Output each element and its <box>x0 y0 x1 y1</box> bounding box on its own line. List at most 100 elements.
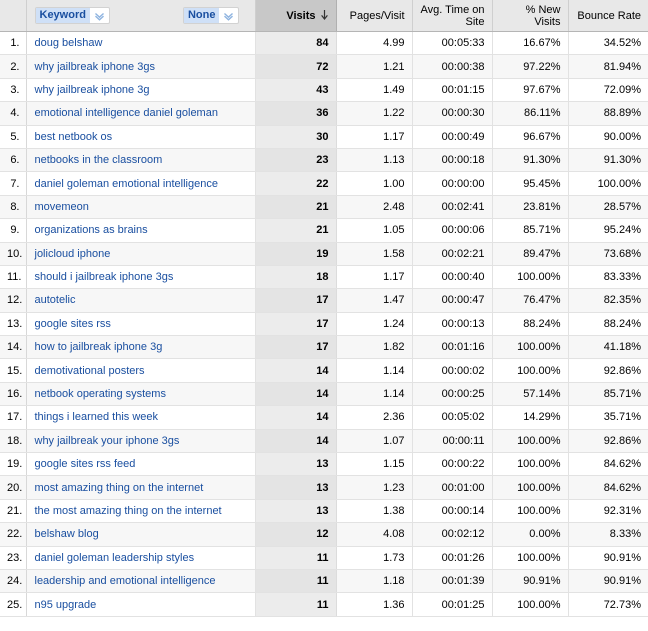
column-header-percent-new-visits[interactable]: % New Visits <box>492 0 568 32</box>
row-visits: 14 <box>255 382 336 405</box>
keyword-link[interactable]: most amazing thing on the internet <box>35 482 204 494</box>
table-row: 11.should i jailbreak iphone 3gs181.1700… <box>0 265 648 288</box>
keyword-link[interactable]: leadership and emotional intelligence <box>35 575 216 587</box>
table-row: 9.organizations as brains211.0500:00:068… <box>0 219 648 242</box>
keyword-link[interactable]: daniel goleman leadership styles <box>35 552 195 564</box>
keyword-link[interactable]: belshaw blog <box>35 528 99 540</box>
row-percent-new-visits: 96.67% <box>492 125 568 148</box>
keyword-link[interactable]: things i learned this week <box>35 411 159 423</box>
row-bounce-rate: 88.24% <box>568 312 648 335</box>
row-rank: 22. <box>0 523 26 546</box>
row-visits: 21 <box>255 195 336 218</box>
column-header-pages-per-visit[interactable]: Pages/Visit <box>336 0 412 32</box>
keyword-link[interactable]: emotional intelligence daniel goleman <box>35 107 218 119</box>
keyword-link[interactable]: how to jailbreak iphone 3g <box>35 341 163 353</box>
row-bounce-rate: 73.68% <box>568 242 648 265</box>
row-percent-new-visits: 97.67% <box>492 78 568 101</box>
table-header-row: Keyword None <box>0 0 648 32</box>
table-row: 24. leadership and emotional intelligence… <box>0 569 648 592</box>
table-row: 19.google sites rss feed131.1500:00:2210… <box>0 453 648 476</box>
row-percent-new-visits: 90.91% <box>492 569 568 592</box>
row-visits: 14 <box>255 429 336 452</box>
row-pages-per-visit: 1.05 <box>336 219 412 242</box>
keyword-link[interactable]: autotelic <box>35 294 76 306</box>
row-keyword-cell: demotivational posters <box>26 359 255 382</box>
row-bounce-rate: 41.18% <box>568 336 648 359</box>
keyword-link[interactable]: movemeon <box>35 201 89 213</box>
keyword-link[interactable]: organizations as brains <box>35 224 148 236</box>
row-pages-per-visit: 4.08 <box>336 523 412 546</box>
row-rank: 9. <box>0 219 26 242</box>
row-keyword-cell: belshaw blog <box>26 523 255 546</box>
row-percent-new-visits: 100.00% <box>492 453 568 476</box>
keyword-link[interactable]: n95 upgrade <box>35 599 97 611</box>
row-keyword-cell: n95 upgrade <box>26 593 255 616</box>
keyword-link[interactable]: google sites rss <box>35 318 111 330</box>
column-header-visits[interactable]: Visits <box>255 0 336 32</box>
keyword-link[interactable]: why jailbreak iphone 3gs <box>35 61 155 73</box>
row-visits: 30 <box>255 125 336 148</box>
keyword-link[interactable]: demotivational posters <box>35 365 145 377</box>
row-percent-new-visits: 95.45% <box>492 172 568 195</box>
row-percent-new-visits: 88.24% <box>492 312 568 335</box>
row-keyword-cell: google sites rss <box>26 312 255 335</box>
row-percent-new-visits: 16.67% <box>492 32 568 55</box>
row-bounce-rate: 35.71% <box>568 406 648 429</box>
keyword-link[interactable]: netbooks in the classroom <box>35 154 163 166</box>
keyword-link[interactable]: google sites rss feed <box>35 458 136 470</box>
row-avg-time-on-site: 00:00:25 <box>412 382 492 405</box>
column-header-avg-time-on-site[interactable]: Avg. Time on Site <box>412 0 492 32</box>
table-row: 23.daniel goleman leadership styles111.7… <box>0 546 648 569</box>
primary-dimension-dropdown[interactable]: Keyword <box>35 7 110 24</box>
row-rank: 24. <box>0 569 26 592</box>
keyword-link[interactable]: should i jailbreak iphone 3gs <box>35 271 174 283</box>
table-body: 1.doug belshaw844.9900:05:3316.67%34.52%… <box>0 32 648 617</box>
row-bounce-rate: 84.62% <box>568 476 648 499</box>
row-visits: 12 <box>255 523 336 546</box>
row-visits: 14 <box>255 359 336 382</box>
row-bounce-rate: 82.35% <box>568 289 648 312</box>
keyword-link[interactable]: why jailbreak your iphone 3gs <box>35 435 180 447</box>
row-visits: 17 <box>255 312 336 335</box>
keywords-data-table: Keyword None <box>0 0 648 617</box>
row-avg-time-on-site: 00:00:40 <box>412 265 492 288</box>
table-row: 18.why jailbreak your iphone 3gs141.0700… <box>0 429 648 452</box>
row-pages-per-visit: 1.15 <box>336 453 412 476</box>
row-avg-time-on-site: 00:00:13 <box>412 312 492 335</box>
row-avg-time-on-site: 00:00:47 <box>412 289 492 312</box>
row-pages-per-visit: 1.21 <box>336 55 412 78</box>
row-rank: 21. <box>0 499 26 522</box>
row-pages-per-visit: 1.22 <box>336 102 412 125</box>
row-bounce-rate: 91.30% <box>568 148 648 171</box>
row-visits: 18 <box>255 265 336 288</box>
row-rank: 16. <box>0 382 26 405</box>
row-visits: 13 <box>255 499 336 522</box>
row-rank: 18. <box>0 429 26 452</box>
row-bounce-rate: 72.09% <box>568 78 648 101</box>
row-percent-new-visits: 97.22% <box>492 55 568 78</box>
row-bounce-rate: 92.31% <box>568 499 648 522</box>
row-percent-new-visits: 100.00% <box>492 546 568 569</box>
table-row: 10.jolicloud iphone191.5800:02:2189.47%7… <box>0 242 648 265</box>
row-avg-time-on-site: 00:01:39 <box>412 569 492 592</box>
keyword-link[interactable]: jolicloud iphone <box>35 248 111 260</box>
row-bounce-rate: 90.00% <box>568 125 648 148</box>
keyword-link[interactable]: daniel goleman emotional intelligence <box>35 178 218 190</box>
row-bounce-rate: 92.86% <box>568 359 648 382</box>
keyword-link[interactable]: why jailbreak iphone 3g <box>35 84 150 96</box>
keyword-link[interactable]: netbook operating systems <box>35 388 166 400</box>
keyword-link[interactable]: doug belshaw <box>35 37 103 49</box>
row-keyword-cell: google sites rss feed <box>26 453 255 476</box>
keyword-link[interactable]: best netbook os <box>35 131 113 143</box>
row-pages-per-visit: 1.49 <box>336 78 412 101</box>
row-percent-new-visits: 91.30% <box>492 148 568 171</box>
secondary-dimension-dropdown[interactable]: None <box>183 7 240 24</box>
row-rank: 15. <box>0 359 26 382</box>
keyword-link[interactable]: the most amazing thing on the internet <box>35 505 222 517</box>
column-header-bounce-rate[interactable]: Bounce Rate <box>568 0 648 32</box>
table-row: 13.google sites rss171.2400:00:1388.24%8… <box>0 312 648 335</box>
row-visits: 23 <box>255 148 336 171</box>
keywords-report-panel: Keyword None <box>0 0 648 631</box>
row-visits: 14 <box>255 406 336 429</box>
row-percent-new-visits: 100.00% <box>492 265 568 288</box>
